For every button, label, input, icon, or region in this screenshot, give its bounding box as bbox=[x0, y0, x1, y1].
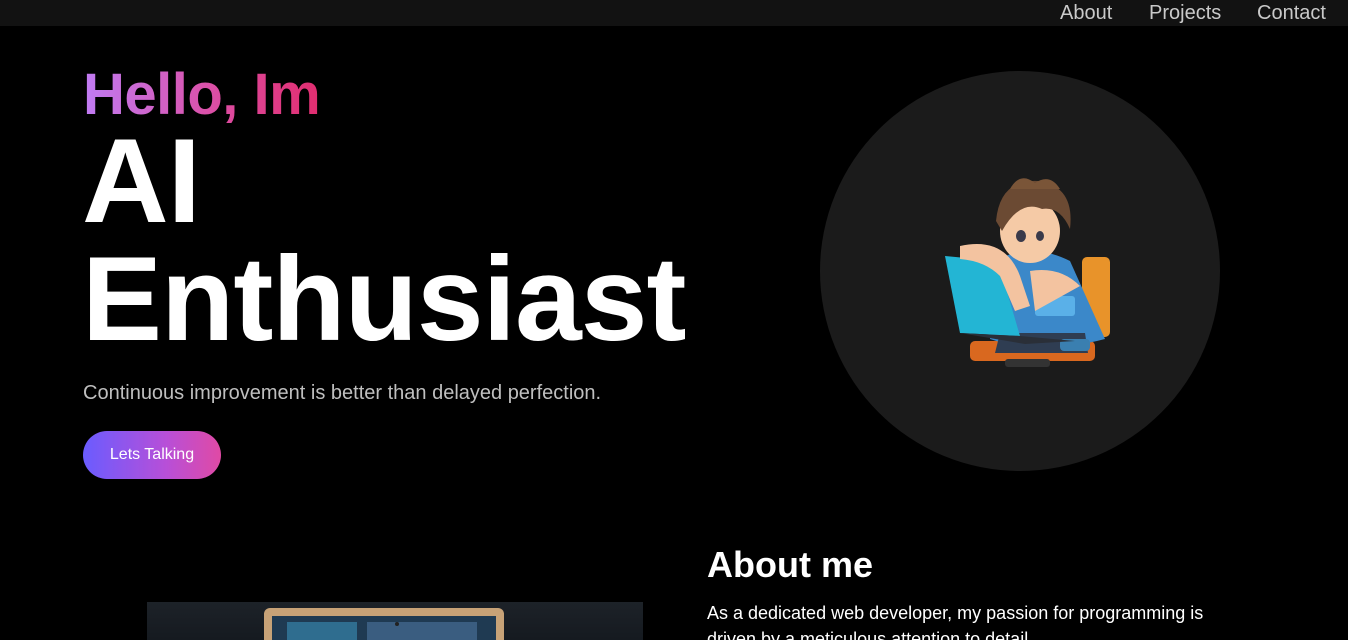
nav-link-contact[interactable]: Contact bbox=[1257, 0, 1326, 26]
hero-tagline: Continuous improvement is better than de… bbox=[83, 382, 602, 404]
about-heading: About me bbox=[707, 544, 873, 585]
boy-with-laptop-icon bbox=[945, 178, 1110, 367]
avatar bbox=[820, 71, 1220, 471]
hero-title-line2: Enthusiast bbox=[82, 232, 686, 366]
about-laptop-image bbox=[147, 602, 643, 640]
hero-title: AI Enthusiast bbox=[82, 121, 686, 359]
laptop-photo-icon bbox=[264, 608, 504, 640]
nav-link-about[interactable]: About bbox=[1060, 0, 1112, 26]
about-description: As a dedicated web developer, my passion… bbox=[707, 603, 1204, 640]
hero-title-line1: AI bbox=[82, 114, 201, 248]
lets-talking-button[interactable]: Lets Talking bbox=[83, 431, 221, 479]
nav-link-projects[interactable]: Projects bbox=[1149, 0, 1221, 26]
top-navigation: About Projects Contact bbox=[0, 0, 1348, 26]
